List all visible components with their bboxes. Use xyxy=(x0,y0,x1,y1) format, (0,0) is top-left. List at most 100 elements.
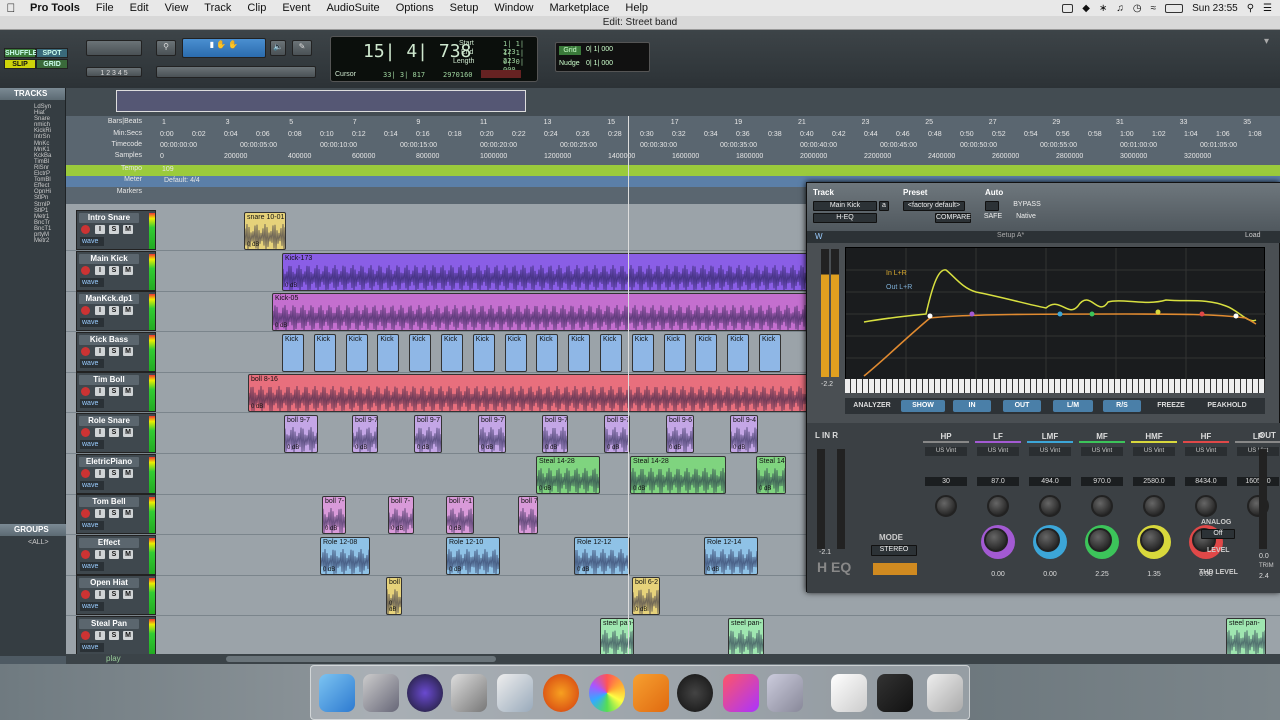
mute-button[interactable]: M xyxy=(123,265,133,275)
track-view-selector[interactable]: wave xyxy=(80,399,104,409)
track-view-selector[interactable]: wave xyxy=(80,277,104,287)
track-view-selector[interactable]: wave xyxy=(80,318,104,328)
track-view-selector[interactable]: wave xyxy=(80,358,104,368)
menu-event[interactable]: Event xyxy=(274,2,318,14)
audio-clip[interactable]: Role 12-08 0 dB xyxy=(320,536,370,575)
eq-band-gain-knob[interactable] xyxy=(1137,525,1171,559)
eq-band-name[interactable]: MF xyxy=(1079,431,1125,443)
eq-band-gain-knob[interactable] xyxy=(1033,525,1067,559)
mute-button[interactable]: M xyxy=(123,346,133,356)
track-name[interactable]: EletricPiano xyxy=(79,456,139,467)
system-preferences-icon[interactable] xyxy=(451,674,487,712)
eq-band-freq-value[interactable]: 16056.0 xyxy=(1237,477,1279,486)
lp-band-handle[interactable] xyxy=(1233,313,1239,319)
plugin-auto-button[interactable] xyxy=(985,201,999,211)
ruler-tempo[interactable]: Tempo 109 xyxy=(66,165,1280,176)
menu-app-name[interactable]: Pro Tools xyxy=(22,2,88,14)
plugin-insert-selector[interactable]: a xyxy=(879,201,889,211)
menu-file[interactable]: File xyxy=(88,2,122,14)
plugin-name-selector[interactable]: H-EQ xyxy=(813,213,877,223)
hf-band-handle[interactable] xyxy=(1199,311,1205,317)
audio-clip[interactable]: boll 7 xyxy=(518,496,538,535)
audio-clip[interactable]: Role 12-12 0 dB xyxy=(574,536,630,575)
audio-clip[interactable]: steel pan- xyxy=(1226,618,1266,656)
menu-track[interactable]: Track xyxy=(196,2,239,14)
ruler-timecode[interactable]: Timecode 00:00:00:00 00:00:05:00 00:00:10:0… xyxy=(66,141,1280,152)
track-name[interactable]: ManKck.dp1 xyxy=(79,294,139,305)
mode-selector[interactable]: STEREO xyxy=(871,545,917,556)
eq-band-freq-value[interactable]: 87.0 xyxy=(977,477,1019,486)
input-fader-left[interactable] xyxy=(817,449,825,549)
mute-button[interactable]: M xyxy=(123,590,133,600)
track-view-selector[interactable]: wave xyxy=(80,480,104,490)
record-enable-icon[interactable] xyxy=(81,428,90,437)
zoomer-tool-icon[interactable]: ⚲ xyxy=(156,40,176,56)
ruler-bars-beats[interactable]: Bars|Beats 1 3 5 7 9 11 13 15 17 19 21 23 25 27 29 31 33 3… xyxy=(66,118,1280,129)
audio-clip[interactable]: Kick-05 0 dB xyxy=(272,293,812,332)
dropbox-icon[interactable]: ◆ xyxy=(1082,3,1090,14)
battery-icon[interactable] xyxy=(1165,3,1184,13)
plugin-track-selector[interactable]: Main Kick xyxy=(813,201,877,211)
trash-icon[interactable] xyxy=(927,674,963,712)
ruler-samples[interactable]: Samples 0 200000 400000 600000 800000 1000000 1… xyxy=(66,152,1280,163)
audio-clip[interactable]: boll 0 dB xyxy=(386,577,402,616)
plugin-safe-button[interactable]: SAFE xyxy=(983,213,1003,223)
audio-clip[interactable]: Kick xyxy=(282,333,304,372)
grid-label[interactable]: Grid xyxy=(559,46,581,55)
audio-clip[interactable]: boll 7- 0 dB xyxy=(322,496,346,535)
record-enable-icon[interactable] xyxy=(81,265,90,275)
eq-band-freq-value[interactable]: 2580.0 xyxy=(1133,477,1175,486)
universe-overview[interactable] xyxy=(66,88,1280,116)
analyzer-freeze-button[interactable]: FREEZE xyxy=(1149,400,1193,412)
ruler-min-secs[interactable]: Min:Secs 0:00 0:02 0:04 0:06 0:08 0:10 0:12 0:14… xyxy=(66,130,1280,141)
eq-band-q-knob[interactable] xyxy=(935,495,957,517)
shuffle-mode-button[interactable]: SHUFFLE xyxy=(4,48,37,58)
record-enable-icon[interactable] xyxy=(81,346,90,356)
mute-button[interactable]: M xyxy=(123,468,133,478)
input-monitor-button[interactable]: I xyxy=(95,265,105,275)
zoom-presets[interactable]: 1 2 3 4 5 xyxy=(86,67,142,77)
eq-band-freq-value[interactable]: 970.0 xyxy=(1081,477,1123,486)
menu-edit[interactable]: Edit xyxy=(122,2,157,14)
photos-icon[interactable] xyxy=(589,674,625,712)
audio-clip[interactable]: Kick xyxy=(345,333,368,372)
analog-selector[interactable]: Off xyxy=(1201,529,1235,539)
grid-value[interactable]: 0| 1| 000 xyxy=(586,46,613,53)
downloads-stack-icon[interactable] xyxy=(831,674,867,712)
record-enable-icon[interactable] xyxy=(81,631,90,640)
record-enable-icon[interactable] xyxy=(81,225,90,234)
track-name[interactable]: Role Snare xyxy=(79,416,139,426)
eq-band-gain-knob[interactable] xyxy=(1085,525,1119,559)
pro-tools-icon[interactable] xyxy=(407,674,443,712)
eq-band-name[interactable]: LF xyxy=(975,431,1021,443)
eq-band-name[interactable]: LMF xyxy=(1027,431,1073,443)
track-header[interactable]: Effect I S Mwave xyxy=(76,534,156,575)
bluetooth-icon[interactable]: ∗ xyxy=(1099,3,1107,14)
eq-band-freq-value[interactable]: 30 xyxy=(925,477,967,486)
tracks-panel-title[interactable]: TRACKS xyxy=(0,88,65,100)
audio-clip[interactable]: Kick xyxy=(441,333,463,372)
analyzer-lm-button[interactable]: L/M xyxy=(1053,400,1093,412)
eq-band-name[interactable]: HMF xyxy=(1131,431,1177,443)
input-monitor-button[interactable]: I xyxy=(95,428,105,437)
input-monitor-button[interactable]: I xyxy=(95,306,105,316)
audio-clip[interactable]: Kick xyxy=(695,333,718,372)
tempo-value[interactable]: 109 xyxy=(162,166,174,173)
track-name[interactable]: Main Kick xyxy=(79,253,139,264)
audio-clip[interactable]: Kick xyxy=(409,333,432,372)
notification-icon[interactable]: ☰ xyxy=(1263,3,1272,14)
input-monitor-button[interactable]: I xyxy=(95,549,105,559)
track-name[interactable]: Steal Pan xyxy=(79,619,139,629)
mute-button[interactable]: M xyxy=(123,631,133,640)
track-view-selector[interactable]: wave xyxy=(80,561,104,571)
track-name[interactable]: Tom Bell xyxy=(79,497,139,508)
eq-band-name[interactable]: HP xyxy=(923,431,969,443)
nudge-value[interactable]: 0| 1| 000 xyxy=(586,60,613,67)
finder-icon[interactable] xyxy=(319,674,355,712)
audio-clip[interactable]: boll 9-7 0 dB xyxy=(604,415,630,453)
audio-clip[interactable]: steel pan- xyxy=(728,618,764,656)
analyzer-peakhold-button[interactable]: PEAKHOLD xyxy=(1199,400,1255,412)
audio-clip[interactable]: Kick xyxy=(504,333,527,372)
hp-band-handle[interactable] xyxy=(927,313,933,319)
audio-clip[interactable]: Role 12-14 0 dB xyxy=(704,536,758,575)
